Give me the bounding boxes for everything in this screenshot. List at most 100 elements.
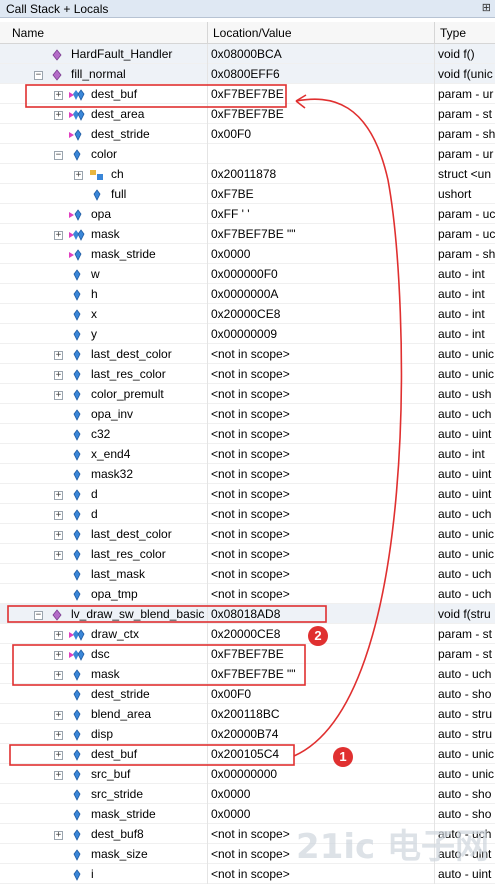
expand-icon[interactable]: + <box>54 491 63 500</box>
column-type[interactable]: Type <box>440 26 466 40</box>
value-cell[interactable]: <not in scope> <box>211 347 433 361</box>
locals-row[interactable]: + last_dest_color <not in scope> auto - uni… <box>0 524 495 544</box>
locals-row[interactable]: opa_tmp <not in scope> auto - uch <box>0 584 495 604</box>
locals-row[interactable]: + mask 0xF7BEF7BE "" auto - uch <box>0 664 495 684</box>
value-cell[interactable]: <not in scope> <box>211 427 433 441</box>
locals-row[interactable]: x_end4 <not in scope> auto - int <box>0 444 495 464</box>
value-cell[interactable]: 0x00F0 <box>211 687 433 701</box>
expand-icon[interactable]: + <box>74 171 83 180</box>
value-cell[interactable]: 0x0000 <box>211 787 433 801</box>
value-cell[interactable]: 0x0000 <box>211 247 433 261</box>
expand-icon[interactable]: + <box>54 511 63 520</box>
locals-row[interactable]: last_mask <not in scope> auto - uch <box>0 564 495 584</box>
value-cell[interactable]: 0x08018AD8 <box>211 607 433 621</box>
value-cell[interactable]: <not in scope> <box>211 367 433 381</box>
locals-row[interactable]: + mask 0xF7BEF7BE "" param - uc <box>0 224 495 244</box>
locals-row[interactable]: + d <not in scope> auto - uint <box>0 484 495 504</box>
locals-row[interactable]: w 0x000000F0 auto - int <box>0 264 495 284</box>
expand-icon[interactable]: + <box>54 651 63 660</box>
locals-row[interactable]: + color_premult <not in scope> auto - ush <box>0 384 495 404</box>
collapse-icon[interactable]: − <box>54 151 63 160</box>
locals-row[interactable]: − color param - ur <box>0 144 495 164</box>
value-cell[interactable]: 0x0800EFF6 <box>211 67 433 81</box>
value-cell[interactable]: <not in scope> <box>211 487 433 501</box>
value-cell[interactable]: <not in scope> <box>211 527 433 541</box>
value-cell[interactable]: 0x20011878 <box>211 167 433 181</box>
collapse-icon[interactable]: − <box>34 71 43 80</box>
value-cell[interactable]: 0x0000000A <box>211 287 433 301</box>
locals-row[interactable]: h 0x0000000A auto - int <box>0 284 495 304</box>
locals-row[interactable]: + d <not in scope> auto - uch <box>0 504 495 524</box>
expand-icon[interactable]: + <box>54 751 63 760</box>
value-cell[interactable]: 0x00F0 <box>211 127 433 141</box>
call-stack-frame-row[interactable]: − fill_normal 0x0800EFF6 void f(unic <box>0 64 495 84</box>
value-cell[interactable]: <not in scope> <box>211 567 433 581</box>
expand-icon[interactable]: + <box>54 351 63 360</box>
expand-icon[interactable]: + <box>54 111 63 120</box>
value-cell[interactable]: 0x200118BC <box>211 707 433 721</box>
locals-row[interactable]: + last_res_color <not in scope> auto - unic <box>0 364 495 384</box>
locals-row[interactable]: dest_stride 0x00F0 auto - sho <box>0 684 495 704</box>
locals-row[interactable]: x 0x20000CE8 auto - int <box>0 304 495 324</box>
call-stack-frame-row[interactable]: − lv_draw_sw_blend_basic 0x08018AD8 void f(… <box>0 604 495 624</box>
value-cell[interactable]: <not in scope> <box>211 447 433 461</box>
expand-icon[interactable]: + <box>54 91 63 100</box>
value-cell[interactable]: 0xF7BEF7BE "" <box>211 667 433 681</box>
value-cell[interactable]: <not in scope> <box>211 547 433 561</box>
locals-row[interactable]: y 0x00000009 auto - int <box>0 324 495 344</box>
expand-icon[interactable]: + <box>54 531 63 540</box>
expand-icon[interactable]: + <box>54 671 63 680</box>
value-cell[interactable]: 0xF7BEF7BE <box>211 87 433 101</box>
value-cell[interactable]: 0xFF ' ' <box>211 207 433 221</box>
value-cell[interactable]: <not in scope> <box>211 467 433 481</box>
locals-row[interactable]: dest_stride 0x00F0 param - sh <box>0 124 495 144</box>
expand-icon[interactable]: + <box>54 371 63 380</box>
locals-row[interactable]: + dest_buf 0xF7BEF7BE param - ur <box>0 84 495 104</box>
expand-icon[interactable]: + <box>54 771 63 780</box>
expand-icon[interactable]: + <box>54 831 63 840</box>
value-cell[interactable]: <not in scope> <box>211 507 433 521</box>
locals-row[interactable]: + dsc 0xF7BEF7BE param - st <box>0 644 495 664</box>
locals-row[interactable]: full 0xF7BE ushort <box>0 184 495 204</box>
column-location[interactable]: Location/Value <box>213 26 292 40</box>
expand-icon[interactable]: + <box>54 631 63 640</box>
expand-icon[interactable]: + <box>54 231 63 240</box>
value-cell[interactable]: 0x20000B74 <box>211 727 433 741</box>
value-cell[interactable]: 0x20000CE8 <box>211 307 433 321</box>
locals-row[interactable]: + last_dest_color <not in scope> auto - uni… <box>0 344 495 364</box>
value-cell[interactable]: <not in scope> <box>211 587 433 601</box>
value-cell[interactable]: <not in scope> <box>211 867 433 881</box>
value-cell[interactable]: 0x00000000 <box>211 767 433 781</box>
locals-row[interactable]: + last_res_color <not in scope> auto - unic <box>0 544 495 564</box>
locals-row[interactable]: mask_stride 0x0000 param - sh <box>0 244 495 264</box>
value-cell[interactable]: <not in scope> <box>211 387 433 401</box>
locals-row[interactable]: + dest_buf 0x200105C4 auto - unic <box>0 744 495 764</box>
locals-row[interactable]: src_stride 0x0000 auto - sho <box>0 784 495 804</box>
value-cell[interactable]: 0x08000BCA <box>211 47 433 61</box>
value-cell[interactable]: 0x200105C4 <box>211 747 433 761</box>
expand-icon[interactable]: + <box>54 731 63 740</box>
value-cell[interactable]: 0xF7BEF7BE "" <box>211 227 433 241</box>
value-cell[interactable]: <not in scope> <box>211 407 433 421</box>
value-cell[interactable]: 0xF7BEF7BE <box>211 107 433 121</box>
collapse-icon[interactable]: − <box>34 611 43 620</box>
pin-icon[interactable]: ⊞ <box>482 1 491 14</box>
value-cell[interactable]: 0x00000009 <box>211 327 433 341</box>
locals-row[interactable]: + ch 0x20011878 struct <un <box>0 164 495 184</box>
expand-icon[interactable]: + <box>54 711 63 720</box>
locals-row[interactable]: + dest_area 0xF7BEF7BE param - st <box>0 104 495 124</box>
locals-row[interactable]: opa_inv <not in scope> auto - uch <box>0 404 495 424</box>
locals-row[interactable]: + blend_area 0x200118BC auto - stru <box>0 704 495 724</box>
expand-icon[interactable]: + <box>54 551 63 560</box>
locals-row[interactable]: mask32 <not in scope> auto - uint <box>0 464 495 484</box>
locals-row[interactable]: opa 0xFF ' ' param - uc <box>0 204 495 224</box>
value-cell[interactable]: 0x000000F0 <box>211 267 433 281</box>
call-stack-frame-row[interactable]: HardFault_Handler 0x08000BCA void f() <box>0 44 495 64</box>
expand-icon[interactable]: + <box>54 391 63 400</box>
value-cell[interactable]: 0xF7BE <box>211 187 433 201</box>
locals-row[interactable]: + draw_ctx 0x20000CE8 param - st <box>0 624 495 644</box>
locals-row[interactable]: c32 <not in scope> auto - uint <box>0 424 495 444</box>
locals-row[interactable]: + src_buf 0x00000000 auto - unic <box>0 764 495 784</box>
locals-row[interactable]: + disp 0x20000B74 auto - stru <box>0 724 495 744</box>
value-cell[interactable]: 0xF7BEF7BE <box>211 647 433 661</box>
